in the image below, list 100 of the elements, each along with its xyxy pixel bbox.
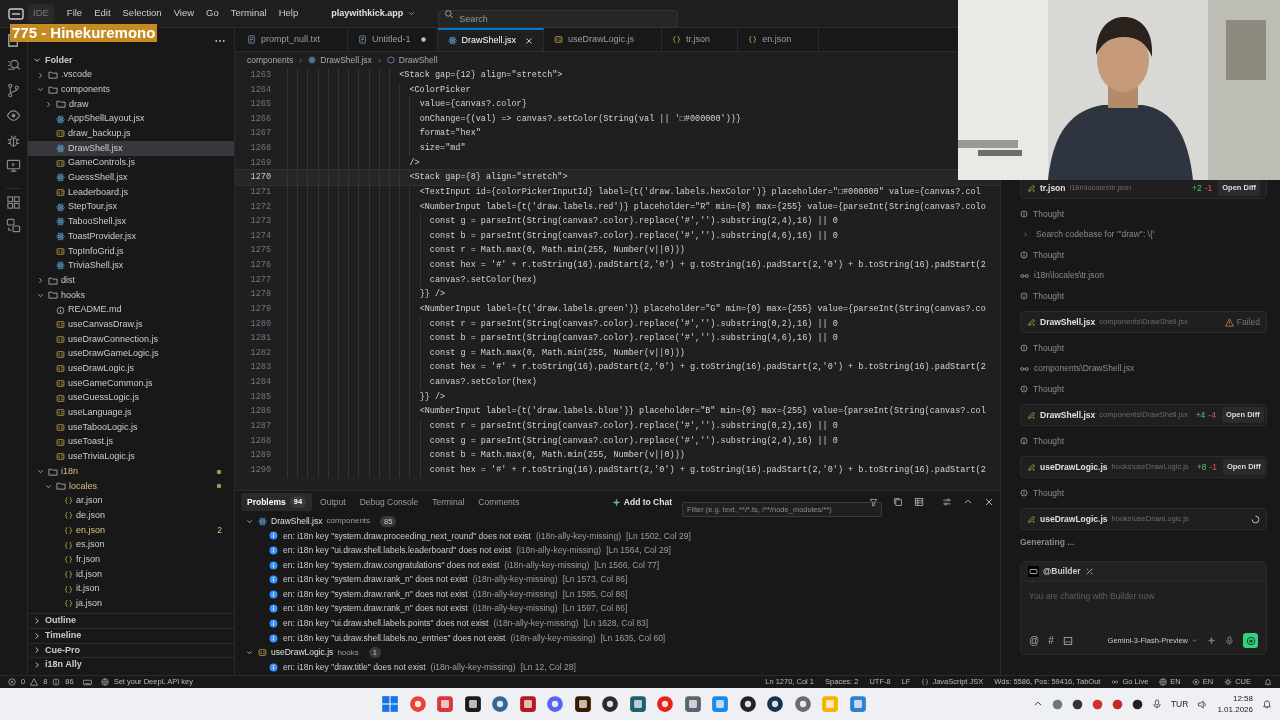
problem-message[interactable]: en: i18n key "draw.title" does not exist	[283, 660, 426, 674]
microphone-icon[interactable]	[1151, 699, 1162, 709]
problem-file-name[interactable]: DrawShell.jsx	[271, 514, 323, 528]
panel-tab[interactable]: Comments	[472, 493, 526, 511]
tree-item[interactable]: ja.json	[28, 596, 234, 612]
bell-icon[interactable]	[1264, 678, 1272, 686]
editor-tab[interactable]: prompt_null.txt	[237, 28, 349, 51]
tree-item[interactable]: DrawShell.jsx	[28, 141, 234, 156]
problem-message[interactable]: en: i18n key "system.draw.proceeding_next_round" does not exist	[283, 529, 531, 543]
tree-item[interactable]: useGuessLogic.js	[28, 390, 234, 406]
chat-squares-icon[interactable]	[6, 218, 21, 233]
problem-message[interactable]: en: i18n key "ui.draw.shell.labels.points" does not exist	[283, 617, 489, 630]
monitor-icon[interactable]	[6, 158, 21, 173]
grid-icon[interactable]	[6, 194, 21, 210]
speaker-icon[interactable]	[1197, 698, 1209, 710]
problem-message[interactable]: en: i18n key "system.draw.rank_n" does not exist	[283, 573, 468, 587]
tree-section-header[interactable]: Folder	[28, 53, 234, 68]
project-switcher[interactable]: playwithkick.app	[327, 6, 421, 21]
start-icon[interactable]	[381, 695, 399, 713]
tree-item[interactable]: draw_backup.js	[28, 126, 234, 142]
tree-item[interactable]: .vscode	[28, 67, 234, 83]
search-icon[interactable]	[6, 58, 21, 73]
breadcrumb-item[interactable]: components	[247, 53, 294, 67]
tray-app-icon[interactable]	[1071, 698, 1083, 710]
tree-item[interactable]: useLanguage.js	[28, 405, 234, 421]
tree-item[interactable]: useDrawLogic.js	[28, 361, 234, 377]
tree-item[interactable]: useDrawConnection.js	[28, 332, 234, 347]
sliders-icon[interactable]	[942, 497, 952, 507]
bug-icon[interactable]	[6, 133, 21, 148]
close-icon[interactable]	[525, 36, 534, 45]
tree-item[interactable]: locales	[28, 478, 234, 494]
editor-tab[interactable]: Untitled-1	[348, 28, 438, 51]
menu-item[interactable]: Help	[273, 4, 304, 23]
menu-item[interactable]: Terminal	[225, 4, 272, 23]
tree-item[interactable]: StepTour.jsx	[28, 199, 234, 215]
tree-item[interactable]: useDrawGameLogic.js	[28, 346, 234, 362]
app-icon[interactable]	[573, 695, 592, 713]
problem-message[interactable]: en: i18n key "ui.draw.shell.labels.no_entries" does not exist	[283, 631, 506, 645]
panel-tab[interactable]: Terminal	[426, 493, 471, 511]
tree-item[interactable]: useGameCommon.js	[28, 376, 234, 391]
panel-tab[interactable]: Output	[314, 493, 352, 511]
tree-item[interactable]: Leaderboard.js	[28, 185, 234, 200]
menu-item[interactable]: View	[168, 4, 200, 23]
eye-icon[interactable]	[6, 108, 21, 123]
tree-item[interactable]: useToast.js	[28, 434, 234, 450]
tray-app-icon[interactable]	[1131, 698, 1143, 710]
keyboard-icon[interactable]	[82, 677, 92, 687]
tree-item[interactable]: GuessShell.jsx	[28, 170, 234, 186]
problem-message[interactable]: en: i18n key "system.draw.rank_n" does not exist	[283, 602, 468, 616]
app-icon[interactable]	[738, 695, 757, 713]
tree-item[interactable]: useTabooLogic.js	[28, 420, 234, 435]
problem-file-name[interactable]: useDrawLogic.js	[271, 646, 334, 659]
menu-item[interactable]: Selection	[117, 4, 167, 23]
editor-tab[interactable]: en.json	[738, 28, 820, 51]
search-step[interactable]: Search codebase for '"draw": \{'	[1036, 228, 1155, 241]
tree-item[interactable]: it.json	[28, 581, 234, 597]
quick-insert-button[interactable]: @	[1029, 633, 1040, 649]
tree-item[interactable]: en.json 2	[28, 523, 234, 538]
record-button[interactable]	[1243, 633, 1258, 649]
quick-insert-button[interactable]: #	[1048, 633, 1054, 649]
file-read-step[interactable]: i18n\locales\tr.json	[1034, 269, 1104, 282]
tree-item[interactable]: GameControls.js	[28, 155, 234, 171]
table-icon[interactable]	[914, 497, 924, 507]
panel-section-header[interactable]: i18n Ally	[28, 657, 234, 672]
panel-tab[interactable]: Debug Console	[353, 493, 425, 511]
app-icon[interactable]	[766, 695, 784, 713]
menu-item[interactable]: File	[61, 4, 88, 23]
copy-icon[interactable]	[893, 497, 903, 507]
breadcrumb-item[interactable]: DrawShell.jsx	[320, 53, 372, 67]
file-read-step[interactable]: components\DrawShell.jsx	[1034, 362, 1135, 375]
bell-icon[interactable]	[1262, 699, 1272, 709]
tree-item[interactable]: fr.json	[28, 552, 234, 568]
tree-item[interactable]: de.json	[28, 508, 234, 523]
tree-item[interactable]: README.md	[28, 302, 234, 318]
editor-tab[interactable]: DrawShell.jsx	[437, 28, 545, 51]
problem-message[interactable]: en: i18n key "system.draw.rank_n" does not exist	[283, 587, 468, 601]
menu-item[interactable]: Edit	[89, 4, 116, 23]
tree-item[interactable]: AppShellLayout.jsx	[28, 111, 234, 127]
tree-item[interactable]: TopInfoGrid.js	[28, 243, 234, 259]
input-language[interactable]: TUR	[1170, 697, 1189, 711]
breadcrumb-item[interactable]: DrawShell	[398, 53, 438, 67]
app-icon[interactable]	[628, 695, 647, 713]
tree-item[interactable]: ar.json	[28, 493, 234, 509]
tree-item[interactable]: draw	[28, 97, 234, 112]
tree-item[interactable]: useTriviaLogic.js	[28, 449, 234, 465]
tree-item[interactable]: es.json	[28, 537, 234, 553]
search-field[interactable]: Search	[438, 9, 679, 28]
chevron-up-icon[interactable]	[1032, 699, 1043, 709]
tree-item[interactable]: id.json	[28, 567, 234, 582]
panel-section-header[interactable]: Timeline	[28, 627, 234, 643]
sparkle-icon[interactable]	[1207, 636, 1216, 646]
problem-message[interactable]: en: i18n key "system.draw.congratulations" does not exist	[283, 558, 500, 572]
menu-item[interactable]: Go	[201, 4, 224, 23]
tree-item[interactable]: TabooShell.jsx	[28, 214, 234, 230]
panel-section-header[interactable]: Outline	[28, 613, 234, 628]
tree-item[interactable]: hooks	[28, 288, 234, 303]
tree-item[interactable]: TriviaShell.jsx	[28, 258, 234, 274]
app-icon[interactable]	[601, 695, 619, 713]
chevron-right-icon[interactable]	[1022, 231, 1029, 238]
editor-tab[interactable]: useDrawLogic.js	[544, 28, 663, 51]
